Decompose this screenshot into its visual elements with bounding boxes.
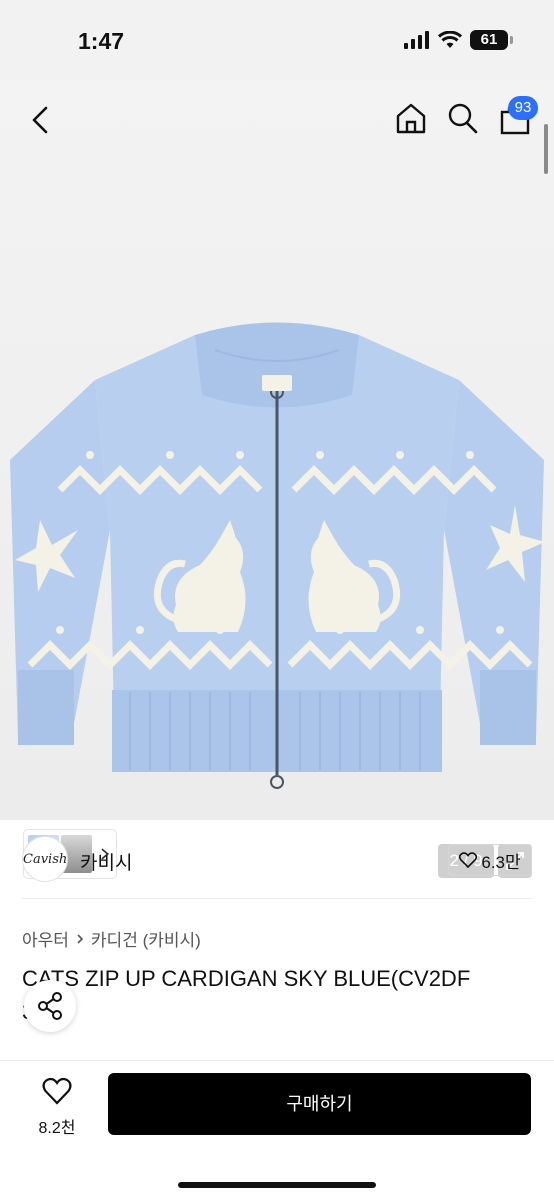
battery-indicator: 61 xyxy=(470,30,513,50)
product-image-cardigan xyxy=(10,322,545,789)
cart-badge: 93 xyxy=(508,96,538,120)
heart-icon xyxy=(459,852,478,868)
breadcrumb-subcategory[interactable]: 카디건 (카비시) xyxy=(91,926,201,951)
back-button[interactable] xyxy=(26,104,56,136)
wishlist-button[interactable]: 8.2천 xyxy=(28,1077,86,1138)
scrollbar[interactable] xyxy=(544,124,548,174)
header-actions: 93 xyxy=(394,96,538,136)
buy-button[interactable]: 구매하기 xyxy=(108,1073,531,1135)
breadcrumb: 아우터 카디건 (카비시) xyxy=(22,926,201,951)
chevron-right-icon xyxy=(77,933,84,944)
share-button[interactable] xyxy=(24,980,76,1032)
product-image-gallery[interactable]: 2 / 9 xyxy=(0,80,554,878)
status-bar: 1:47 61 xyxy=(0,0,554,80)
signal-icon xyxy=(404,31,429,49)
brand-row[interactable]: Cavish 카비시 6.3만 xyxy=(22,836,532,884)
product-title: CATS ZIP UP CARDIGAN SKY BLUE(CV2DF 30A) xyxy=(22,966,471,1024)
cart-button[interactable]: 93 xyxy=(498,96,538,136)
brand-logo[interactable]: Cavish xyxy=(22,836,68,882)
brand-name[interactable]: 카비시 xyxy=(80,848,132,875)
status-icons: 61 xyxy=(404,30,513,50)
heart-icon xyxy=(42,1077,72,1105)
status-time: 1:47 xyxy=(78,28,125,54)
breadcrumb-category[interactable]: 아우터 xyxy=(22,926,69,951)
wifi-icon xyxy=(438,31,462,48)
search-icon[interactable] xyxy=(446,100,480,136)
brand-like-count: 6.3만 xyxy=(481,852,521,872)
bottom-action-bar: 8.2천 구매하기 xyxy=(0,1060,554,1200)
home-icon[interactable] xyxy=(394,100,428,136)
brand-like-button[interactable]: 6.3만 xyxy=(448,844,532,876)
divider xyxy=(22,898,532,899)
home-indicator xyxy=(178,1182,376,1188)
share-icon xyxy=(38,992,62,1020)
wishlist-count: 8.2천 xyxy=(38,1120,76,1137)
